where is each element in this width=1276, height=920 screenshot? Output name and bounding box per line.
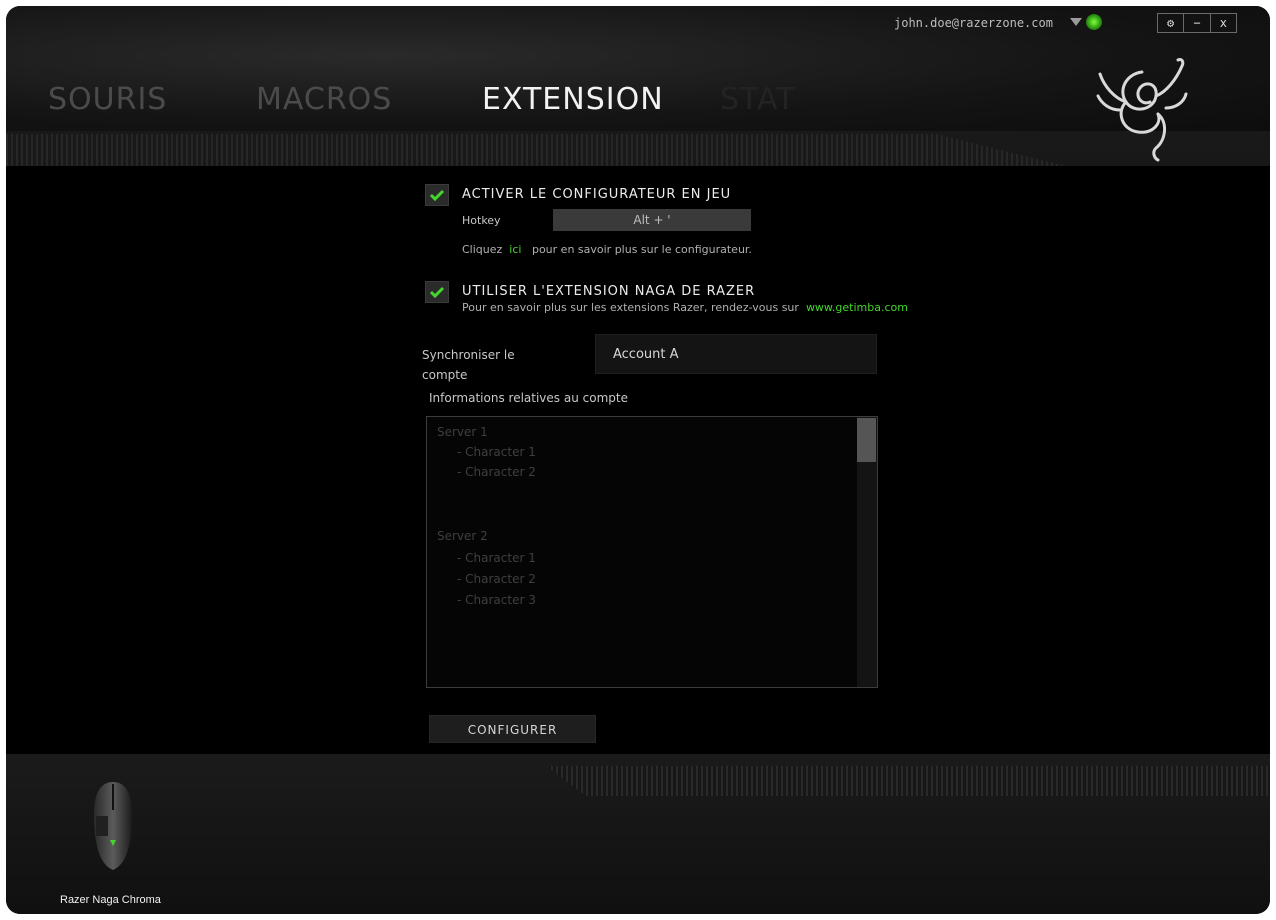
enable-configurator-label: ACTIVER LE CONFIGURATEUR EN JEU <box>462 187 732 202</box>
hotkey-label: Hotkey <box>462 214 501 227</box>
window-controls: ⚙ − x <box>1157 13 1237 33</box>
device-name: Razer Naga Chroma <box>60 894 161 906</box>
naga-extension-checkbox[interactable] <box>425 281 449 303</box>
list-scrollbar-thumb[interactable] <box>857 418 876 462</box>
configurator-info-link[interactable]: ici <box>509 243 521 256</box>
list-item: - Character 2 <box>457 465 536 479</box>
configure-button[interactable]: CONFIGURER <box>429 715 596 743</box>
checkmark-icon <box>429 286 445 299</box>
tab-macros[interactable]: MACROS <box>256 82 392 117</box>
configurator-info-prefix: Cliquez <box>462 243 503 256</box>
list-item: - Character 1 <box>457 551 536 565</box>
razer-logo-icon <box>1096 58 1188 162</box>
naga-extension-info: Pour en savoir plus sur les extensions R… <box>462 301 908 314</box>
checkmark-icon <box>429 189 445 202</box>
naga-extension-label: UTILISER L'EXTENSION NAGA DE RAZER <box>462 284 756 299</box>
configurator-info: Cliquez ici pour en savoir plus sur le c… <box>462 243 752 256</box>
online-status-icon <box>1086 14 1102 30</box>
account-email[interactable]: john.doe@razerzone.com <box>894 16 1053 30</box>
account-info-title: Informations relatives au compte <box>429 391 628 405</box>
account-select[interactable]: Account A <box>595 334 877 374</box>
getimba-link[interactable]: www.getimba.com <box>806 301 908 314</box>
close-button[interactable]: x <box>1211 14 1236 32</box>
mouse-device-icon[interactable] <box>88 780 138 872</box>
configurator-info-suffix: pour en savoir plus sur le configurateur… <box>531 243 752 256</box>
sync-account-label-line2: compte <box>422 368 468 382</box>
settings-button[interactable]: ⚙ <box>1158 14 1185 32</box>
account-info-list[interactable]: Server 1 - Character 1 - Character 2 Ser… <box>426 416 878 688</box>
enable-configurator-checkbox[interactable] <box>425 184 449 206</box>
list-item: - Character 3 <box>457 593 536 607</box>
minimize-button[interactable]: − <box>1184 14 1211 32</box>
list-item: Server 1 <box>437 425 488 439</box>
app-window: john.doe@razerzone.com ⚙ − x SOURIS MACR… <box>6 6 1270 914</box>
list-item: Server 2 <box>437 529 488 543</box>
tab-extension[interactable]: EXTENSION <box>482 82 664 117</box>
footer-stripe <box>546 766 1270 796</box>
header-stripe <box>6 134 1066 166</box>
sync-account-label: Synchroniser le compte <box>422 345 515 385</box>
header: john.doe@razerzone.com ⚙ − x SOURIS MACR… <box>6 6 1270 162</box>
list-item: - Character 1 <box>457 445 536 459</box>
tab-souris[interactable]: SOURIS <box>48 82 167 117</box>
list-scrollbar[interactable] <box>857 417 877 687</box>
naga-extension-info-text: Pour en savoir plus sur les extensions R… <box>462 301 799 314</box>
tab-stat[interactable]: STAT <box>720 82 796 117</box>
list-item: - Character 2 <box>457 572 536 586</box>
account-dropdown-icon[interactable] <box>1070 18 1082 26</box>
sync-account-label-line1: Synchroniser le <box>422 348 515 362</box>
hotkey-field[interactable]: Alt + ' <box>553 209 751 231</box>
